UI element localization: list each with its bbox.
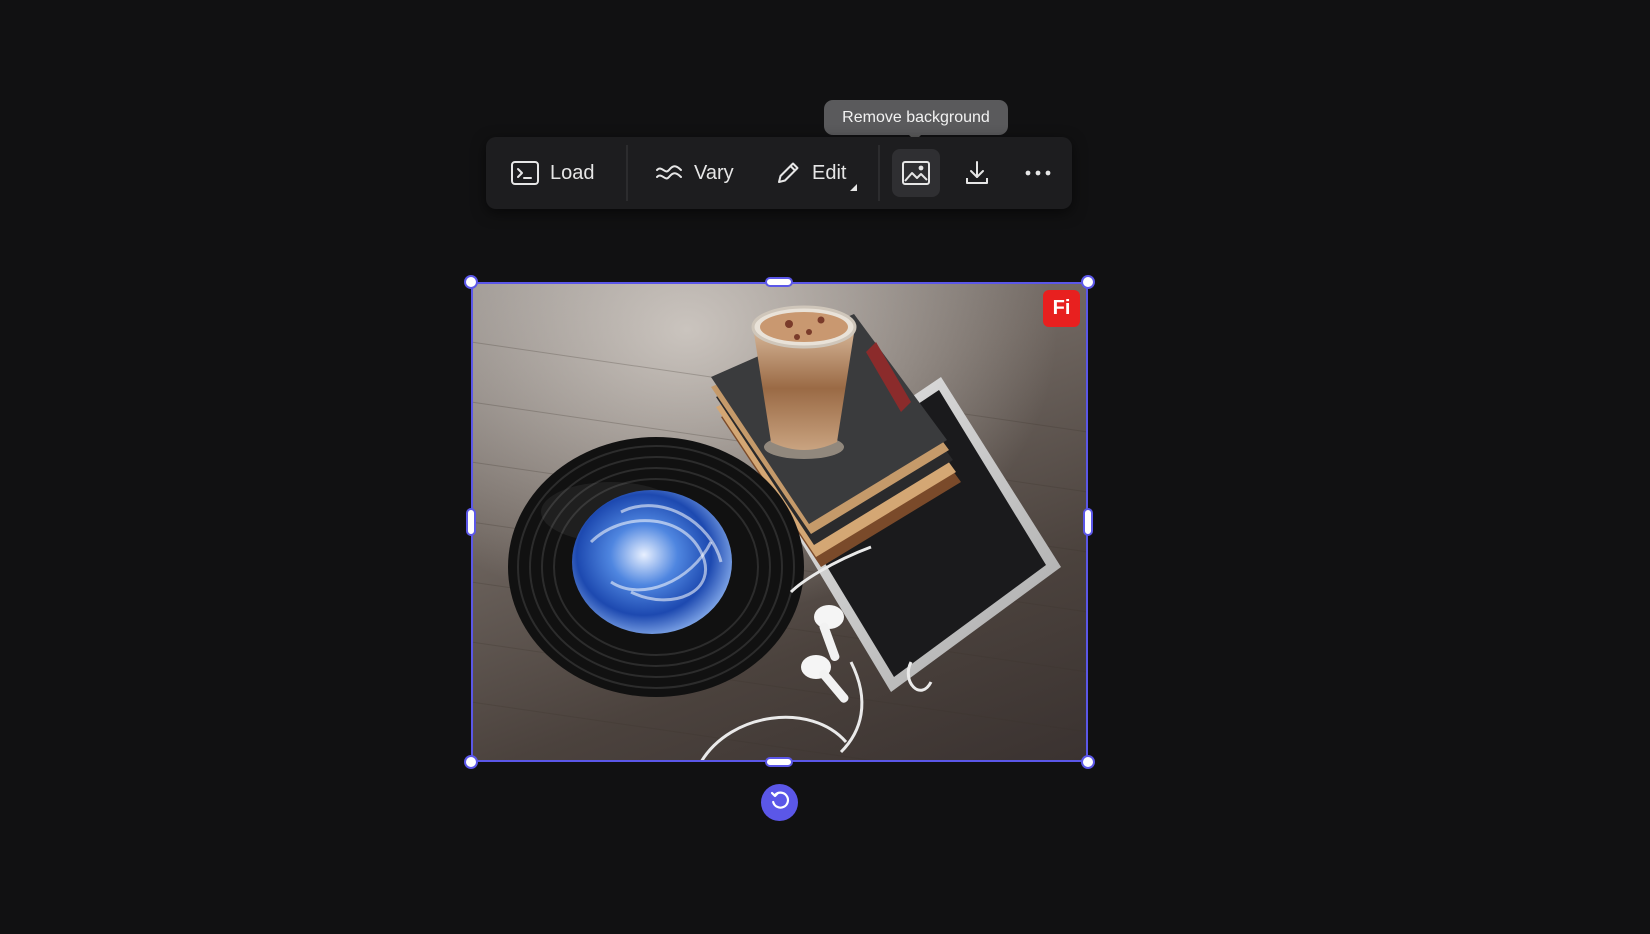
edit-label: Edit [812, 161, 847, 184]
rotate-button[interactable] [761, 784, 798, 821]
rotate-icon [769, 789, 791, 816]
approx-waves-icon [654, 161, 684, 185]
pencil-icon [774, 159, 802, 187]
firefly-badge: Fi [1043, 290, 1080, 327]
resize-handle-left[interactable] [466, 508, 476, 536]
generated-image-illustration [471, 282, 1088, 762]
resize-handle-top-right[interactable] [1081, 275, 1095, 289]
remove-background-button[interactable] [892, 149, 940, 197]
load-button[interactable]: Load [510, 149, 620, 197]
resize-handle-bottom-left[interactable] [464, 755, 478, 769]
resize-handle-top-left[interactable] [464, 275, 478, 289]
vary-button[interactable]: Vary [654, 149, 754, 197]
vary-label: Vary [694, 161, 734, 184]
load-label: Load [550, 161, 595, 184]
more-options-button[interactable] [1014, 149, 1062, 197]
more-horizontal-icon [1025, 169, 1051, 177]
resize-handle-bottom-right[interactable] [1081, 755, 1095, 769]
canvas-stage: Remove background Load Vary Edit Fi [0, 0, 1650, 934]
download-icon [964, 159, 990, 187]
resize-handle-bottom[interactable] [765, 757, 793, 767]
download-button[interactable] [953, 149, 1001, 197]
toolbar-divider [878, 145, 880, 201]
edit-dropdown-caret-icon[interactable] [850, 184, 857, 191]
remove-background-tooltip: Remove background [824, 100, 1008, 135]
toolbar-divider [626, 145, 628, 201]
image-icon [901, 160, 931, 186]
image-toolbar: Load Vary Edit [486, 137, 1072, 209]
terminal-icon [510, 160, 540, 186]
generated-image[interactable] [471, 282, 1088, 762]
resize-handle-top[interactable] [765, 277, 793, 287]
resize-handle-right[interactable] [1083, 508, 1093, 536]
